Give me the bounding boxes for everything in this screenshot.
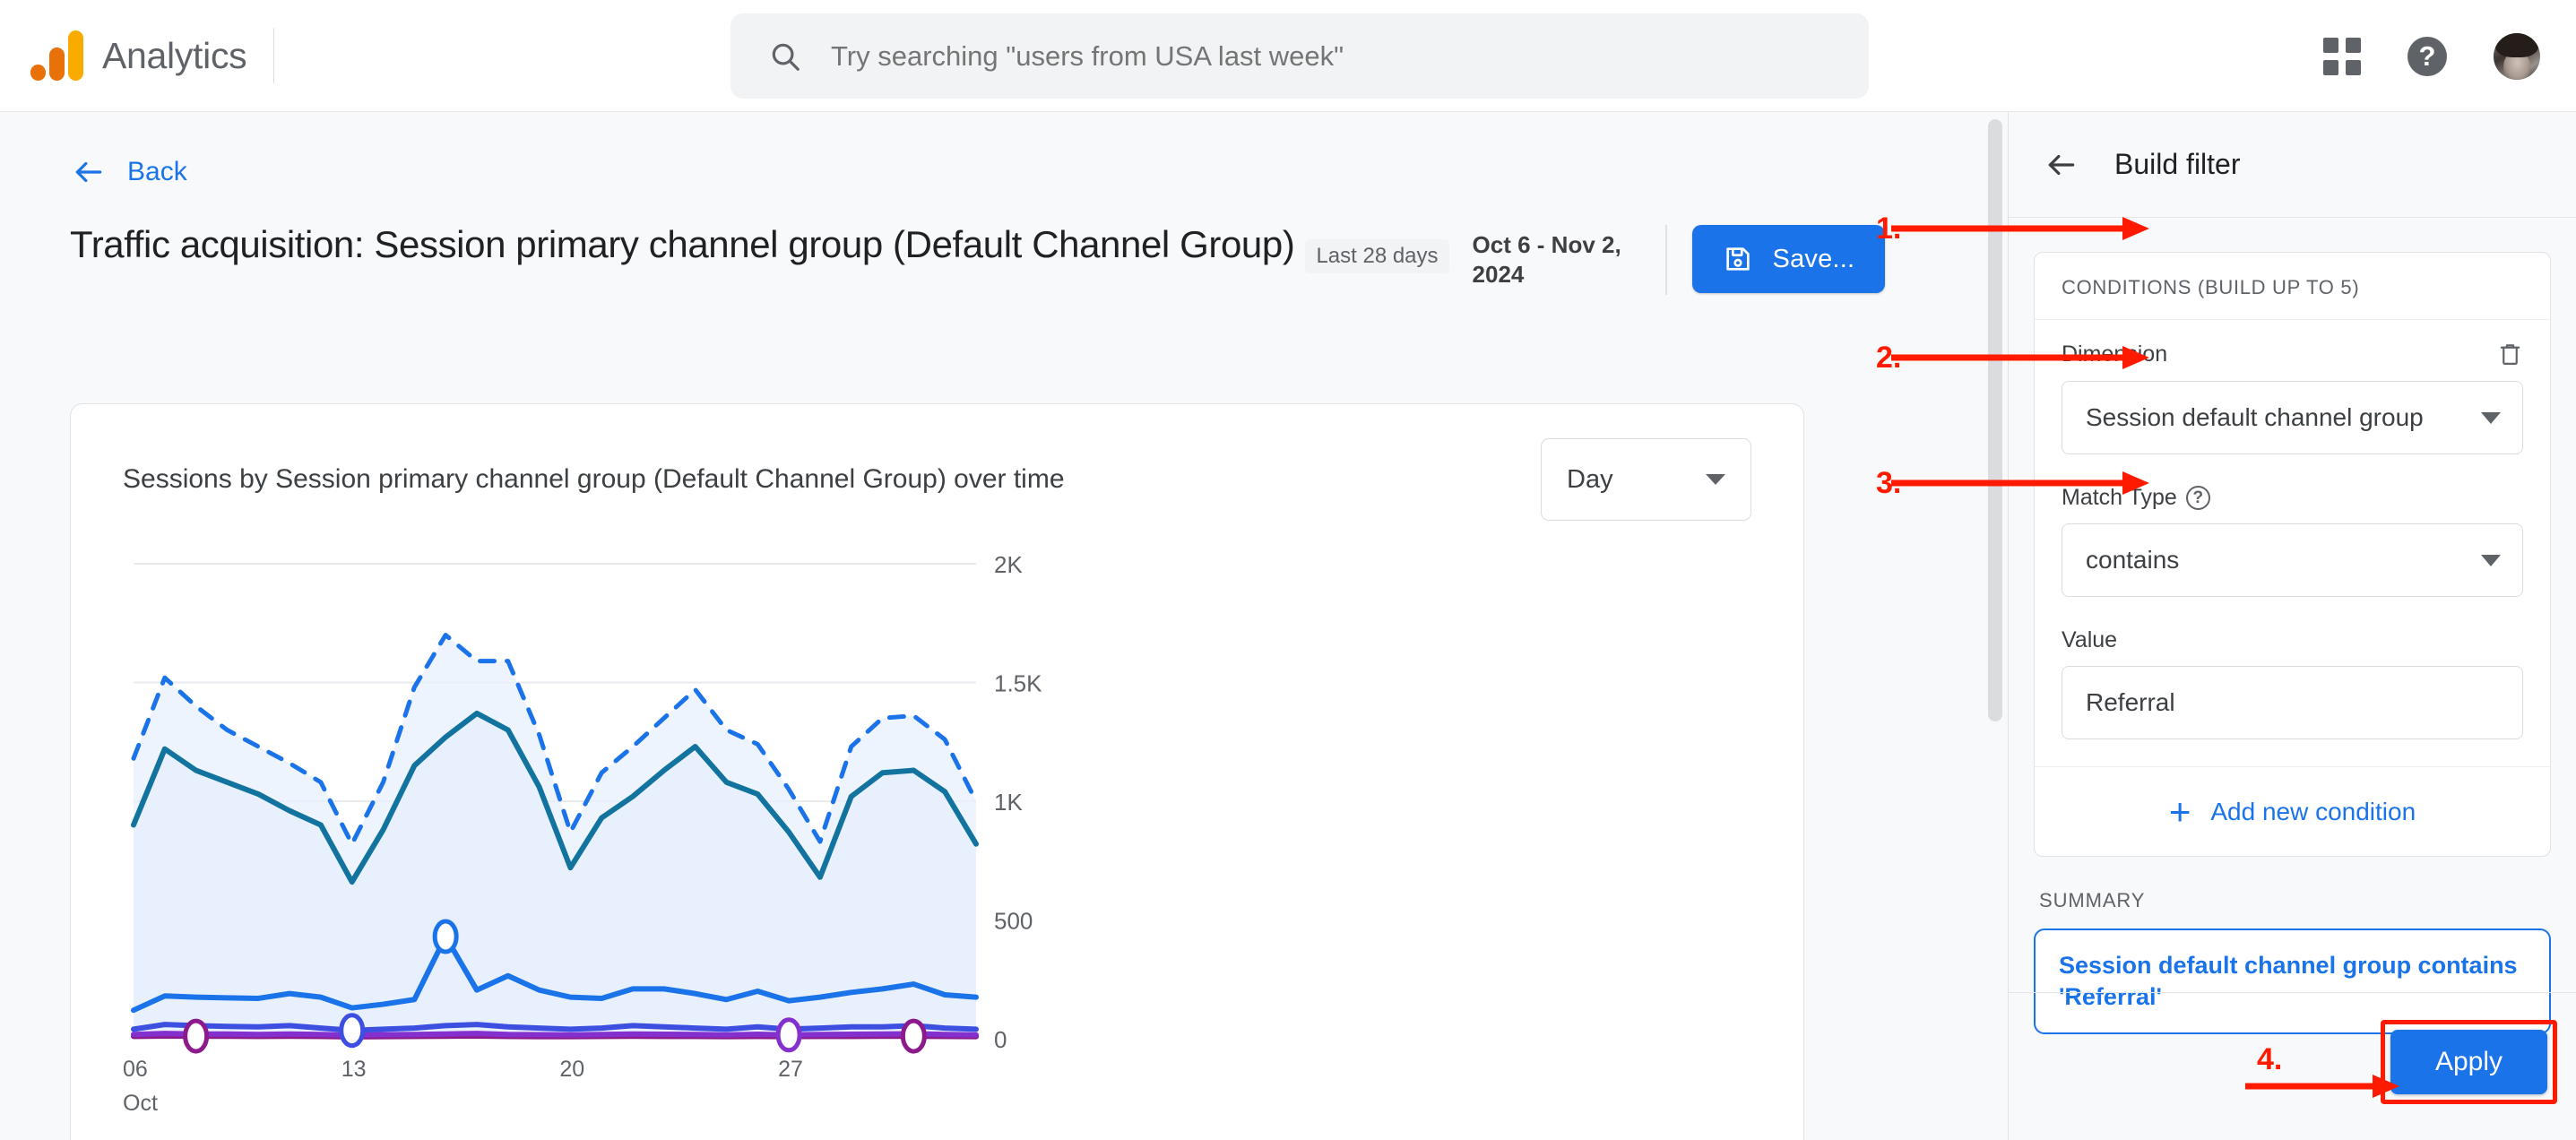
value-field[interactable] <box>2062 666 2523 739</box>
panel-title: Build filter <box>2114 148 2241 180</box>
chart-card-header: Sessions by Session primary channel grou… <box>71 404 1803 521</box>
build-filter-panel: Build filter CONDITIONS (BUILD UP TO 5) … <box>2008 112 2576 1140</box>
date-range[interactable]: Oct 6 - Nov 2, 2024 <box>1473 223 1638 289</box>
top-bar-actions: ? <box>2323 0 2540 112</box>
match-type-value: contains <box>2086 546 2180 574</box>
match-type-select[interactable]: contains <box>2062 523 2523 597</box>
help-circle-icon[interactable]: ? <box>2185 486 2210 510</box>
annotation-number-3: 3. <box>1876 466 1902 500</box>
panel-header: Build filter <box>2009 112 2576 218</box>
chart-plot-area: 0 500 1K 1.5K 2K 06 13 20 27 Oct <box>71 537 1805 1140</box>
svg-text:20: 20 <box>559 1057 584 1082</box>
global-search-box[interactable] <box>730 13 1869 99</box>
main-scrollbar[interactable] <box>1988 119 2002 721</box>
conditions-header: CONDITIONS (BUILD UP TO 5) <box>2035 253 2550 320</box>
svg-text:1K: 1K <box>994 789 1023 816</box>
save-label: Save... <box>1772 244 1855 273</box>
svg-text:Oct: Oct <box>123 1091 158 1116</box>
avatar[interactable] <box>2494 32 2540 80</box>
add-new-condition-button[interactable]: + Add new condition <box>2035 766 2550 856</box>
annotation-number-4: 4. <box>2257 1042 2283 1076</box>
annotation-number-2: 2. <box>1876 341 1902 375</box>
dimension-value: Session default channel group <box>2086 403 2424 431</box>
plus-icon: + <box>2168 790 2191 833</box>
annotation-arrow-1 <box>1891 217 2149 240</box>
sessions-over-time-chart: 0 500 1K 1.5K 2K 06 13 20 27 Oct <box>123 551 1042 1116</box>
value-label-row: Value <box>2062 627 2523 653</box>
panel-back-arrow-icon[interactable] <box>2044 148 2079 182</box>
page-title-row: Traffic acquisition: Session primary cha… <box>70 223 1925 295</box>
apply-button-highlight: Apply <box>2381 1020 2557 1104</box>
svg-text:1.5K: 1.5K <box>994 670 1042 697</box>
add-new-condition-label: Add new condition <box>2210 797 2416 825</box>
svg-text:27: 27 <box>778 1057 803 1082</box>
granularity-select[interactable]: Day <box>1541 438 1751 521</box>
svg-text:06: 06 <box>123 1057 148 1082</box>
chevron-down-icon <box>2481 554 2501 566</box>
top-bar: Analytics ? <box>0 0 2576 112</box>
page-title: Traffic acquisition: Session primary cha… <box>70 223 1295 265</box>
svg-text:500: 500 <box>994 908 1033 935</box>
chart-title: Sessions by Session primary channel grou… <box>123 464 1065 494</box>
google-analytics-logo-icon <box>30 30 83 81</box>
back-button[interactable]: Back <box>72 155 2008 189</box>
value-label: Value <box>2062 627 2118 652</box>
apps-grid-icon[interactable] <box>2323 37 2361 75</box>
date-badge: Last 28 days <box>1305 239 1449 273</box>
chart-card: Sessions by Session primary channel grou… <box>70 403 1804 1140</box>
svg-text:0: 0 <box>994 1026 1007 1053</box>
chevron-down-icon <box>2481 411 2501 424</box>
svg-text:2K: 2K <box>994 551 1023 578</box>
condition-row: Dimension Session default channel group … <box>2035 320 2550 766</box>
search-input[interactable] <box>831 39 1727 73</box>
annotation-arrow-3 <box>1891 471 2149 495</box>
app-root: Analytics ? Back Traffic acquisition: Se… <box>0 0 2576 1140</box>
save-button[interactable]: Save... <box>1691 225 1886 293</box>
arrow-left-icon <box>75 161 102 183</box>
header-divider <box>1664 225 1667 295</box>
search-icon <box>772 43 800 71</box>
brand-divider <box>273 28 275 83</box>
summary-label: SUMMARY <box>2039 889 2146 911</box>
apply-button[interactable]: Apply <box>2390 1030 2547 1094</box>
chevron-down-icon <box>1706 474 1725 485</box>
annotation-number-1: 1. <box>1876 212 1902 246</box>
granularity-value: Day <box>1567 464 1613 494</box>
annotation-arrow-2 <box>1891 346 2149 369</box>
help-icon[interactable]: ? <box>2407 36 2447 76</box>
panel-footer: Apply <box>2009 992 2576 1140</box>
dimension-select[interactable]: Session default channel group <box>2062 381 2523 454</box>
svg-text:13: 13 <box>341 1057 367 1082</box>
brand-name: Analytics <box>102 34 247 76</box>
brand-block[interactable]: Analytics <box>30 28 275 83</box>
delete-condition-icon[interactable] <box>2497 340 2523 368</box>
back-label: Back <box>127 157 187 186</box>
main-content: Back Traffic acquisition: Session primar… <box>0 112 2008 1140</box>
save-disk-icon <box>1725 247 1750 271</box>
